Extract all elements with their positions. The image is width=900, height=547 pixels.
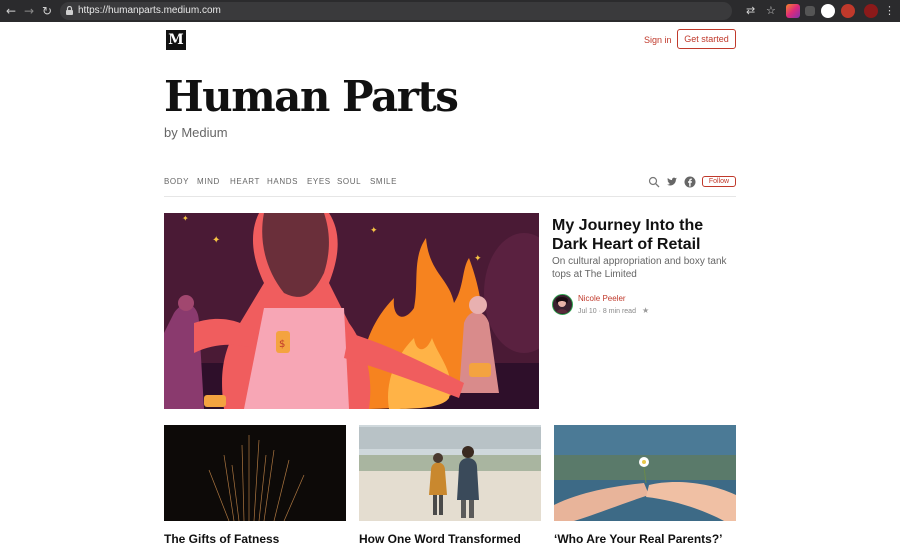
url-text: https://humanparts.medium.com	[78, 5, 221, 16]
menu-dots-icon[interactable]: ⋮	[884, 3, 895, 19]
nav-item-mind[interactable]: MIND	[197, 176, 220, 188]
get-started-button[interactable]: Get started	[677, 29, 736, 49]
reload-icon[interactable]: ↻	[42, 3, 52, 19]
card-title-real-parents[interactable]: ‘Who Are Your Real Parents?’	[554, 532, 722, 547]
publication-subtitle: by Medium	[164, 125, 228, 140]
nav-item-eyes[interactable]: EYES	[307, 176, 331, 188]
card-image-one-word[interactable]	[359, 425, 541, 521]
svg-text:$: $	[279, 339, 285, 350]
beach-family-photo	[359, 425, 541, 521]
card-title-fatness[interactable]: The Gifts of Fatness	[164, 532, 279, 547]
featured-story-description: On cultural appropriation and boxy tank …	[552, 256, 727, 280]
shield-extension-icon[interactable]	[841, 4, 855, 18]
nav-item-body[interactable]: BODY	[164, 176, 189, 188]
nav-item-heart[interactable]: HEART	[230, 176, 260, 188]
back-icon[interactable]: ←	[6, 3, 16, 19]
sparks-photo	[164, 425, 346, 521]
nav-divider	[164, 196, 736, 197]
instagram-extension-icon[interactable]	[786, 4, 800, 18]
author-name[interactable]: Nicole Peeler	[578, 294, 626, 304]
featured-illustration: ✦ ✦ ✦ ✦ $	[164, 213, 539, 409]
hands-flower-photo	[554, 425, 736, 521]
search-icon[interactable]	[648, 176, 660, 188]
svg-text:✦: ✦	[212, 235, 220, 246]
facebook-icon[interactable]	[684, 176, 696, 188]
twitter-icon[interactable]	[666, 176, 678, 188]
story-date-readtime: Jul 10 · 8 min read	[578, 308, 636, 315]
user-avatar-icon[interactable]	[864, 4, 878, 18]
forward-icon[interactable]: →	[24, 3, 34, 19]
nav-item-smile[interactable]: SMILE	[370, 176, 397, 188]
bookmark-star-icon[interactable]: ★	[642, 306, 649, 315]
lock-icon	[66, 6, 73, 15]
featured-story-title[interactable]: My Journey Into the Dark Heart of Retail	[552, 216, 742, 254]
browser-toolbar: ← → ↻ https://humanparts.medium.com ⇄ ☆ …	[0, 0, 900, 22]
featured-story-image[interactable]: ✦ ✦ ✦ ✦ $	[164, 213, 539, 409]
translate-icon[interactable]: ⇄	[746, 3, 755, 19]
card-image-real-parents[interactable]	[554, 425, 736, 521]
svg-text:✦: ✦	[370, 225, 378, 235]
author-avatar[interactable]	[552, 294, 573, 315]
address-bar[interactable]: https://humanparts.medium.com	[60, 2, 732, 20]
author-photo	[553, 295, 571, 313]
story-meta: Jul 10 · 8 min read ★	[578, 306, 649, 316]
nav-item-soul[interactable]: SOUL	[337, 176, 361, 188]
publication-title: Human Parts	[164, 72, 459, 121]
follow-button[interactable]: Follow	[702, 176, 736, 187]
bookmark-star-icon[interactable]: ☆	[766, 3, 776, 19]
nav-item-hands[interactable]: HANDS	[267, 176, 298, 188]
svg-text:✦: ✦	[474, 253, 482, 263]
card-title-one-word[interactable]: How One Word Transformed	[359, 532, 521, 547]
card-image-fatness[interactable]	[164, 425, 346, 521]
svg-text:✦: ✦	[182, 214, 189, 223]
extension-icon[interactable]	[805, 6, 815, 16]
medium-logo[interactable]: M	[166, 30, 186, 50]
profile-extension-icon[interactable]	[821, 4, 835, 18]
sign-in-link[interactable]: Sign in	[644, 34, 672, 46]
